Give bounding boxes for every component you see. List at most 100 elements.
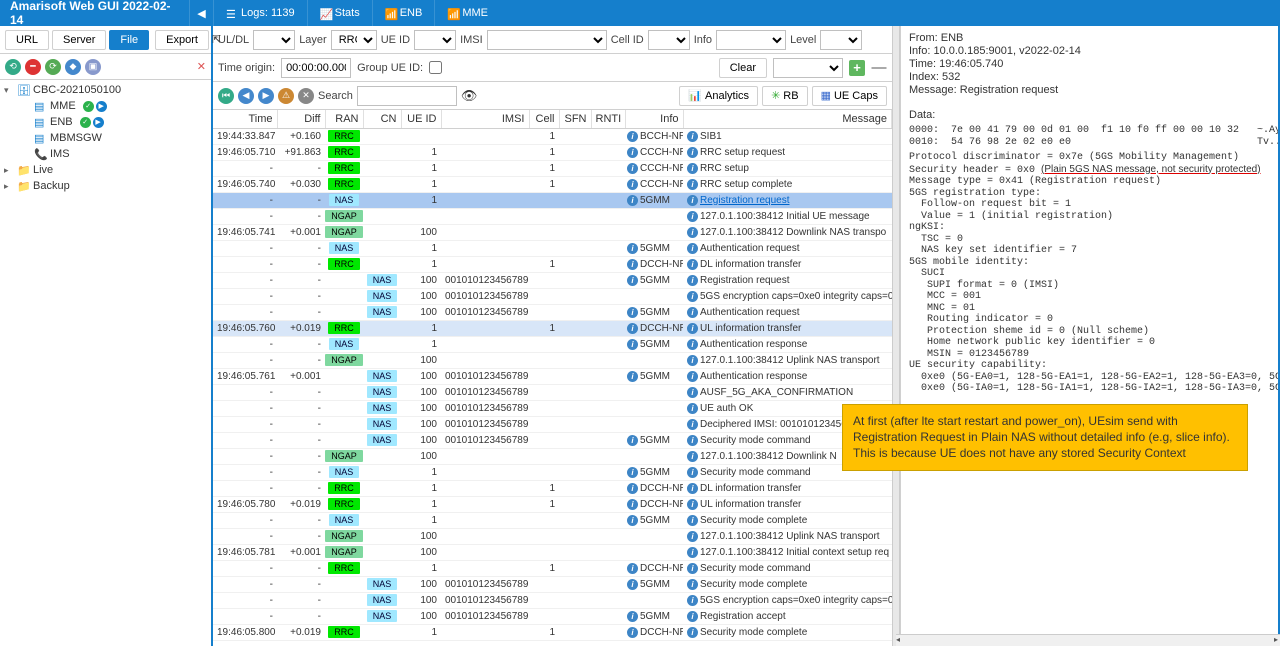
col-cn[interactable]: CN	[363, 110, 401, 128]
tree-item-ims[interactable]: 📞IMS	[0, 146, 211, 162]
tree-item-mbmsgw[interactable]: ▤MBMSGW	[0, 130, 211, 146]
log-row[interactable]: 19:46:05.741+0.001NGAP100i127.0.1.100:38…	[213, 224, 892, 240]
log-row[interactable]: --NAS100001010123456789iDeciphered IMSI:…	[213, 416, 892, 432]
time-origin-input[interactable]	[281, 58, 351, 78]
warn-icon[interactable]: ⚠	[278, 88, 294, 104]
log-row[interactable]: --RRC11iDCCH-NRiDL information transfer	[213, 256, 892, 272]
add-icon[interactable]: +	[849, 60, 865, 76]
file-button[interactable]: File	[109, 30, 149, 50]
log-row[interactable]: --NAS100001010123456789iUE auth OK	[213, 400, 892, 416]
log-row[interactable]: --NAS100001010123456789i5GS encryption c…	[213, 288, 892, 304]
header-tab-logs-[interactable]: ☰Logs: 1139	[213, 0, 307, 26]
horizontal-scrollbar[interactable]	[896, 634, 1280, 646]
log-row[interactable]: 19:46:05.740+0.030RRC11iCCCH-NRiRRC setu…	[213, 176, 892, 192]
connect-icon[interactable]: ⟲	[5, 59, 21, 75]
search-input[interactable]	[357, 86, 457, 106]
col-message[interactable]: Message	[683, 110, 892, 128]
log-row[interactable]: 19:46:05.710+91.863RRC11iCCCH-NRiRRC set…	[213, 144, 892, 160]
uldl-label: UL/DL	[218, 34, 249, 46]
col-rnti[interactable]: RNTI	[591, 110, 625, 128]
log-row[interactable]: --RRC11iCCCH-NRiRRC setup	[213, 160, 892, 176]
log-row[interactable]: 19:46:05.781+0.001NGAP100i127.0.1.100:38…	[213, 544, 892, 560]
info-select[interactable]	[716, 30, 786, 50]
group-checkbox[interactable]	[429, 61, 442, 74]
log-row[interactable]: --NAS1i5GMMiSecurity mode complete	[213, 512, 892, 528]
header-tab-stats[interactable]: 📈Stats	[307, 0, 372, 26]
play-icon[interactable]: ▶	[93, 117, 104, 128]
action-icon[interactable]: ◆	[65, 59, 81, 75]
next-icon[interactable]: ▶	[258, 88, 274, 104]
log-row[interactable]: 19:46:05.800+0.019RRC11iDCCH-NRiSecurity…	[213, 624, 892, 640]
col-cell[interactable]: Cell	[529, 110, 559, 128]
message-link[interactable]: Registration request	[700, 195, 790, 206]
imsi-select[interactable]	[487, 30, 607, 50]
remove-icon[interactable]: —	[871, 60, 887, 76]
close-icon[interactable]: ✕	[197, 60, 206, 73]
server-button[interactable]: Server	[52, 30, 106, 50]
status-ok-icon[interactable]: ✓	[83, 101, 94, 112]
tree-item-enb[interactable]: ▤ENB✓▶	[0, 114, 211, 130]
log-row[interactable]: --NAS1i5GMMiAuthentication response	[213, 336, 892, 352]
log-row[interactable]: --NGAPi127.0.1.100:38412 Initial UE mess…	[213, 208, 892, 224]
log-row[interactable]: --NAS100001010123456789iAUSF_5G_AKA_CONF…	[213, 384, 892, 400]
header-tab-mme[interactable]: 📶MME	[434, 0, 500, 26]
play-icon[interactable]: ▶	[96, 101, 107, 112]
log-grid[interactable]: TimeDiffRANCNUE IDIMSICellSFNRNTIInfoMes…	[213, 110, 892, 646]
log-row[interactable]: --NAS1i5GMMiRegistration request	[213, 192, 892, 208]
url-button[interactable]: URL	[5, 30, 49, 50]
splitter[interactable]	[892, 26, 900, 646]
first-icon[interactable]: ⏮	[218, 88, 234, 104]
col-imsi[interactable]: IMSI	[441, 110, 529, 128]
log-row[interactable]: --NGAP100i127.0.1.100:38412 Uplink NAS t…	[213, 528, 892, 544]
export-button[interactable]: Export	[155, 30, 209, 50]
tree-item-live[interactable]: ▸📁Live	[0, 162, 211, 178]
log-row[interactable]: --NAS1i5GMMiAuthentication request	[213, 240, 892, 256]
expand-icon[interactable]: ▸	[4, 181, 14, 192]
col-info[interactable]: Info	[625, 110, 683, 128]
stop-icon[interactable]: ━	[25, 59, 41, 75]
log-row[interactable]: --NAS1i5GMMiSecurity mode command	[213, 464, 892, 480]
col-diff[interactable]: Diff	[277, 110, 325, 128]
col-sfn[interactable]: SFN	[559, 110, 591, 128]
ueid-select[interactable]	[414, 30, 456, 50]
log-row[interactable]: --NAS100001010123456789i5GMMiAuthenticat…	[213, 304, 892, 320]
log-row[interactable]: 19:44:33.847+0.160RRC1iBCCH-NRiSIB1	[213, 128, 892, 144]
clear-button[interactable]: Clear	[719, 58, 767, 78]
tree-item-cbc-2021050100[interactable]: ▾🗄CBC-2021050100	[0, 82, 211, 98]
analytics-button[interactable]: 📊Analytics	[679, 86, 758, 106]
log-row[interactable]: --NAS100001010123456789i5GMMiRegistratio…	[213, 272, 892, 288]
sidebar-collapse-icon[interactable]: ◀	[189, 0, 213, 26]
binoculars-icon[interactable]: 👁	[461, 88, 478, 104]
clear-select[interactable]	[773, 58, 843, 78]
log-row[interactable]: 19:46:05.780+0.019RRC11iDCCH-NRiUL infor…	[213, 496, 892, 512]
header-tab-enb[interactable]: 📶ENB	[372, 0, 435, 26]
cellid-select[interactable]	[648, 30, 690, 50]
log-row[interactable]: --RRC11iDCCH-NRiSecurity mode command	[213, 560, 892, 576]
rb-button[interactable]: ✳RB	[762, 86, 808, 106]
log-row[interactable]: --RRC11iDCCH-NRiDL information transfer	[213, 480, 892, 496]
expand-icon[interactable]: ▸	[4, 165, 14, 176]
layer-select[interactable]: RRC,	[331, 30, 377, 50]
log-row[interactable]: 19:46:05.760+0.019RRC11iDCCH-NRiUL infor…	[213, 320, 892, 336]
action2-icon[interactable]: ▣	[85, 59, 101, 75]
log-row[interactable]: --NGAP100i127.0.1.100:38412 Downlink N	[213, 448, 892, 464]
log-row[interactable]: --NAS100001010123456789i5GMMiSecurity mo…	[213, 576, 892, 592]
log-row[interactable]: --NAS100001010123456789i5GMMiRegistratio…	[213, 608, 892, 624]
log-row[interactable]: --NGAP100i127.0.1.100:38412 Uplink NAS t…	[213, 352, 892, 368]
log-row[interactable]: --NAS100001010123456789i5GS encryption c…	[213, 592, 892, 608]
col-time[interactable]: Time	[213, 110, 277, 128]
status-ok-icon[interactable]: ✓	[80, 117, 91, 128]
level-select[interactable]	[820, 30, 862, 50]
log-row[interactable]: 19:46:05.761+0.001NAS100001010123456789i…	[213, 368, 892, 384]
col-ue-id[interactable]: UE ID	[401, 110, 441, 128]
tree-item-backup[interactable]: ▸📁Backup	[0, 178, 211, 194]
uecaps-button[interactable]: ▦UE Caps	[812, 86, 887, 106]
clear-search-icon[interactable]: ✕	[298, 88, 314, 104]
log-row[interactable]: --NAS100001010123456789i5GMMiSecurity mo…	[213, 432, 892, 448]
tree-item-mme[interactable]: ▤MME✓▶	[0, 98, 211, 114]
expand-icon[interactable]: ▾	[4, 85, 14, 96]
prev-icon[interactable]: ◀	[238, 88, 254, 104]
col-ran[interactable]: RAN	[325, 110, 363, 128]
uldl-select[interactable]	[253, 30, 295, 50]
refresh-icon[interactable]: ⟳	[45, 59, 61, 75]
